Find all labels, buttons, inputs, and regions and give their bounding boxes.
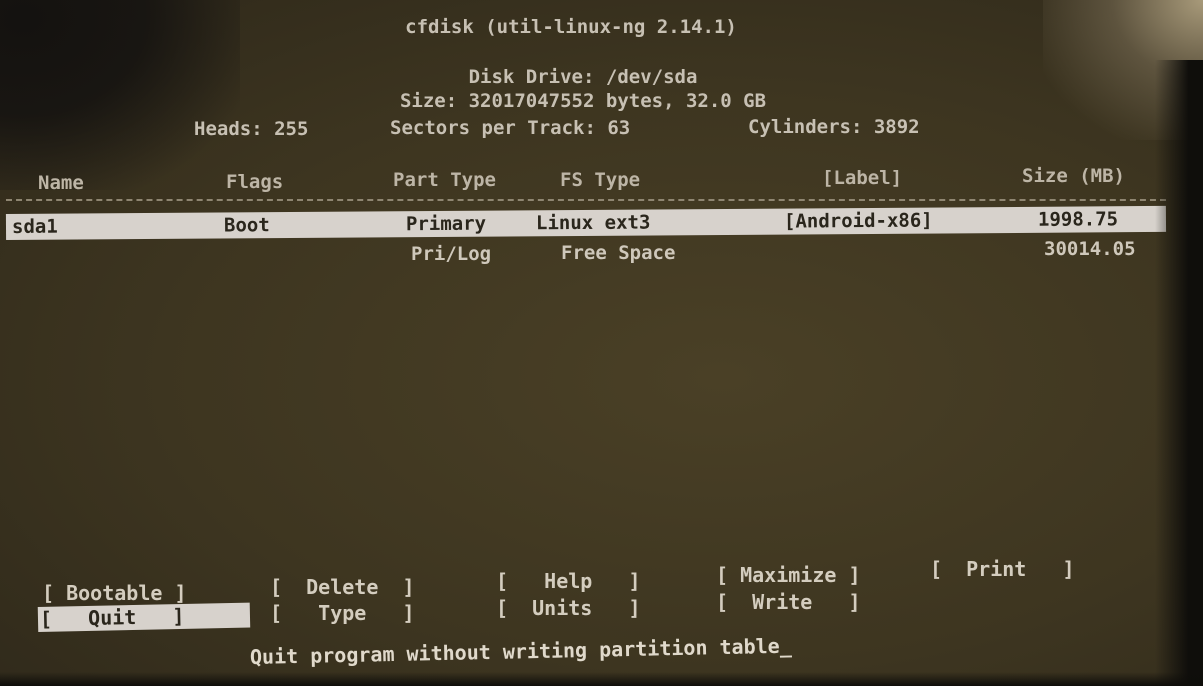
column-header-part-type: Part Type — [393, 169, 496, 191]
maximize-button[interactable]: [ Maximize ] — [716, 564, 861, 586]
delete-button[interactable]: [ Delete ] — [270, 576, 415, 598]
column-header-size: Size (MB) — [1022, 165, 1125, 187]
partition-row-selected[interactable]: sda1 Boot Primary Linux ext3 [Android-x8… — [5, 205, 1167, 240]
column-header-name: Name — [38, 172, 84, 194]
column-header-flags: Flags — [226, 171, 284, 193]
write-button[interactable]: [ Write ] — [716, 591, 861, 613]
column-header-fs-type: FS Type — [560, 169, 641, 191]
units-button[interactable]: [ Units ] — [496, 597, 641, 619]
monitor-bezel-bottom — [0, 672, 1203, 686]
cylinders-label: Cylinders: 3892 — [748, 116, 920, 138]
partition-name: sda1 — [11, 215, 58, 238]
free-space-fs-type: Free Space — [561, 242, 676, 264]
header-divider — [6, 199, 1166, 201]
column-header-label: [Label] — [822, 167, 903, 189]
quit-button-label: [ Quit ] — [39, 603, 185, 631]
print-button[interactable]: [ Print ] — [930, 558, 1075, 580]
partition-size: 1998.75 — [1037, 208, 1119, 231]
free-space-part-type: Pri/Log — [411, 243, 492, 265]
partition-flags: Boot — [223, 214, 270, 237]
partition-part-type: Primary — [405, 212, 487, 236]
partition-label: [Android-x86] — [783, 209, 933, 233]
photo-shadow — [0, 0, 240, 190]
bootable-button[interactable]: [ Bootable ] — [42, 582, 187, 604]
disk-size-label: Size: 32017047552 bytes, 32.0 GB — [399, 90, 767, 112]
help-button[interactable]: [ Help ] — [496, 570, 641, 592]
free-space-size: 30014.05 — [1044, 238, 1136, 260]
monitor-bezel — [1155, 60, 1203, 686]
terminal-screen: cfdisk (util-linux-ng 2.14.1) Disk Drive… — [0, 0, 1203, 686]
sectors-label: Sectors per Track: 63 — [390, 117, 631, 139]
partition-fs-type: Linux ext3 — [535, 211, 651, 235]
heads-label: Heads: 255 — [194, 118, 309, 140]
type-button[interactable]: [ Type ] — [270, 602, 415, 624]
disk-drive-label: Disk Drive: /dev/sda — [468, 66, 698, 88]
app-title: cfdisk (util-linux-ng 2.14.1) — [405, 16, 737, 38]
status-message: Quit program without writing partition t… — [249, 633, 792, 669]
quit-button[interactable]: [ Quit ] — [37, 602, 251, 632]
